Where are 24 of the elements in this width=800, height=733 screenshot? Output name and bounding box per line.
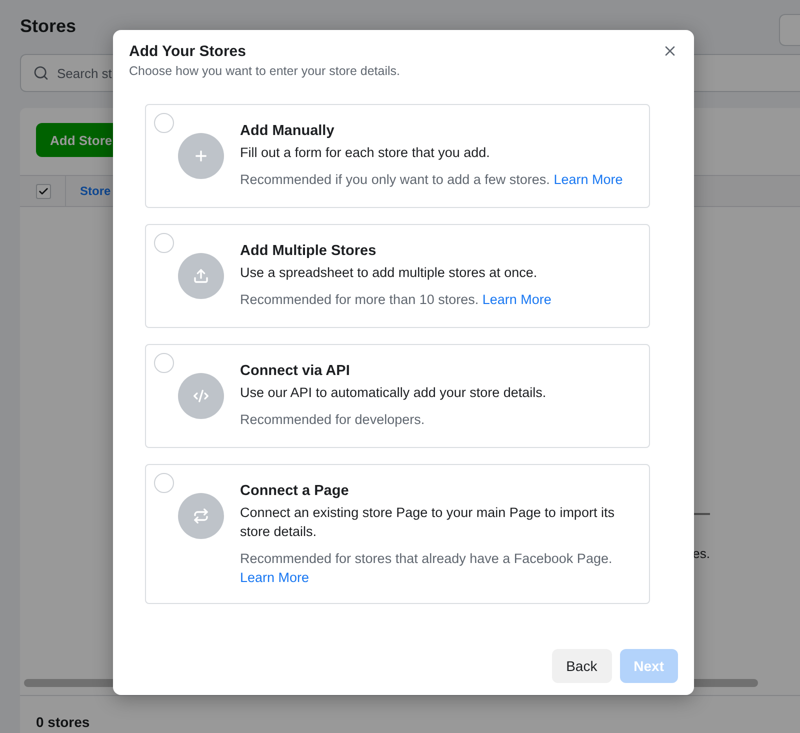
learn-more-link[interactable]: Learn More (554, 172, 623, 187)
dialog-title: Add Your Stores (129, 43, 247, 60)
option-card[interactable]: Add Multiple Stores Use a spreadsheet to add multiple stores at once. Recommended for more than 10 stores. Learn More (145, 224, 650, 328)
page-title: Stores (20, 16, 76, 36)
option-description: Use a spreadsheet to add multiple stores at once. (240, 264, 538, 282)
option-description: Fill out a form for each store that you add. (240, 144, 491, 162)
option-title: Connect a Page (240, 483, 350, 499)
option-note: Recommended for more than 10 stores. Learn More (240, 291, 552, 309)
back-button[interactable]: Back (552, 649, 612, 683)
option-title: Add Multiple Stores (240, 243, 378, 259)
option-title: Add Manually (240, 123, 336, 139)
option-note: Recommended for developers. (240, 411, 426, 429)
option-note: Recommended for stores that already have a Facebook Page. Learn More (240, 550, 614, 587)
learn-more-link[interactable]: Learn More (482, 292, 552, 307)
option-card[interactable]: Connect a Page Connect an existing store Page to your main Page to import its store details. Recommended for stores that already have a Facebook Page. Learn More (145, 464, 650, 604)
option-note: Recommended if you only want to add a few stores. Learn More (240, 171, 623, 189)
option-description: Connect an existing store Page to your main Page to import its store details. (240, 504, 616, 541)
column-header[interactable]: Store (65, 176, 111, 206)
option-card[interactable]: Add Manually Fill out a form for each store that you add. Recommended if you only want to add a few stores. Learn More (145, 104, 650, 208)
option-card[interactable]: Connect via API Use our API to automatically add your store details. Recommended for developers. (145, 344, 650, 448)
option-title: Connect via API (240, 363, 351, 379)
option-description: Use our API to automatically add your store details. (240, 384, 546, 402)
learn-more-link[interactable]: Learn More (240, 570, 310, 585)
dialog-subtitle: Choose how you want to enter your store details. (129, 64, 400, 78)
